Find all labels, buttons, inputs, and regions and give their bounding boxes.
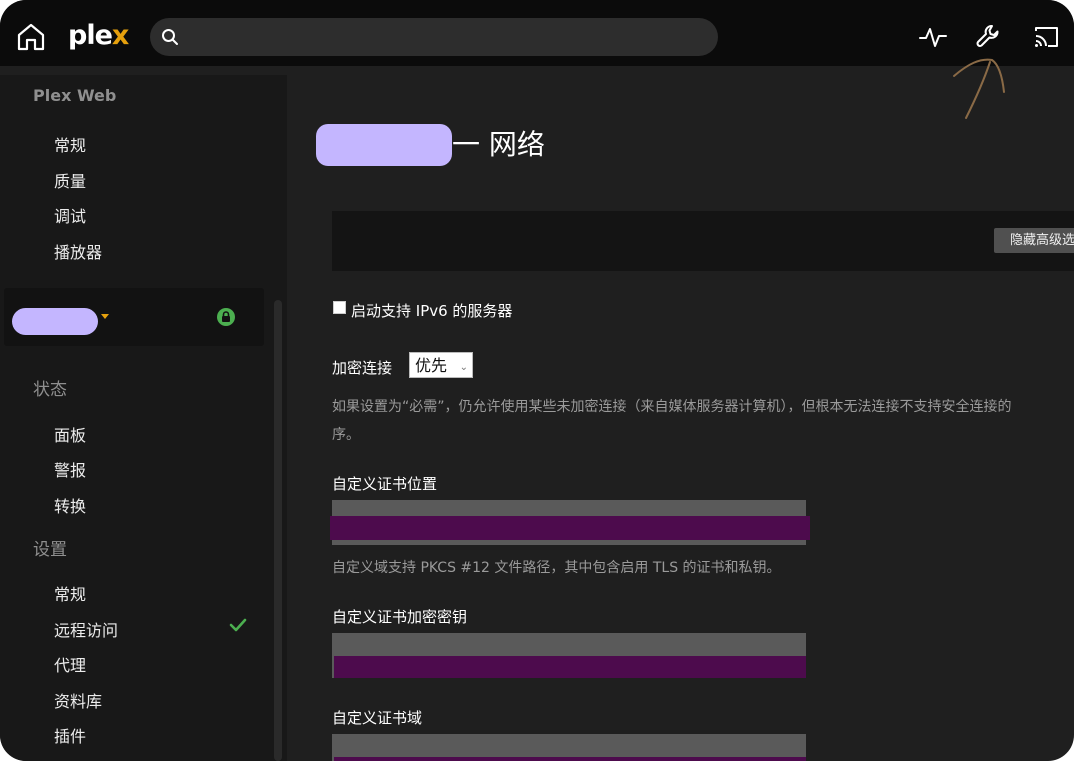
sidebar-item-settings-general[interactable]: 常规 <box>54 581 86 605</box>
ipv6-checkbox[interactable] <box>333 301 346 314</box>
home-icon[interactable] <box>14 20 48 54</box>
cert-location-label: 自定义证书位置 <box>332 475 438 493</box>
sidebar-item-player[interactable]: 播放器 <box>54 239 102 263</box>
page-title: 一 网络 <box>452 128 545 161</box>
sidebar-section-settings: 设置 <box>33 540 67 560</box>
cert-domain-label: 自定义证书域 <box>332 709 423 727</box>
chevron-down-icon: ⌄ <box>459 362 468 373</box>
sidebar-item-library[interactable]: 资料库 <box>54 688 102 712</box>
hide-advanced-button[interactable]: 隐藏高级选项 <box>994 228 1074 253</box>
server-selector[interactable] <box>4 288 264 346</box>
server-name-redacted <box>12 308 98 335</box>
sidebar-item-agents[interactable]: 代理 <box>54 652 86 676</box>
encryption-select[interactable]: 优先 ⌄ <box>409 352 473 378</box>
cert-key-label: 自定义证书加密密钥 <box>332 608 468 626</box>
check-icon <box>229 618 247 632</box>
app-window: plex Plex Web 常规 质量 调试 播放器 状态 面板 警报 转换 设… <box>0 0 1074 761</box>
search-input[interactable] <box>186 18 710 58</box>
chevron-down-icon <box>101 314 109 319</box>
search-bar[interactable] <box>150 18 718 58</box>
annotation-arrow <box>953 58 1005 119</box>
sidebar-item-alerts[interactable]: 警报 <box>54 457 86 481</box>
sidebar-item-quality[interactable]: 质量 <box>54 168 86 192</box>
cert-domain-redacted <box>334 757 806 761</box>
sidebar-item-remote-access[interactable]: 远程访问 <box>54 617 118 641</box>
sidebar-item-general[interactable]: 常规 <box>54 132 86 156</box>
sidebar-item-debug[interactable]: 调试 <box>54 203 86 227</box>
sidebar-app-title: Plex Web <box>33 86 117 105</box>
activity-icon[interactable] <box>918 22 948 52</box>
lock-icon <box>217 308 235 326</box>
cast-icon[interactable] <box>1031 22 1061 52</box>
top-bar: plex <box>0 0 1074 66</box>
sidebar-section-status: 状态 <box>33 380 67 400</box>
encryption-help-line2: 序。 <box>332 427 360 443</box>
cert-key-redacted <box>334 656 806 678</box>
encryption-label: 加密连接 <box>332 359 393 377</box>
advanced-toggle-bar <box>332 211 1074 271</box>
sidebar-scrollbar[interactable] <box>274 300 282 761</box>
cert-location-help: 自定义域支持 PKCS #12 文件路径，其中包含启用 TLS 的证书和私钥。 <box>332 560 781 576</box>
sidebar: Plex Web 常规 质量 调试 播放器 状态 面板 警报 转换 设置 常规 … <box>0 75 287 761</box>
server-name-redacted-title <box>316 124 452 166</box>
ipv6-label: 启动支持 IPv6 的服务器 <box>351 302 513 320</box>
search-icon <box>162 29 178 45</box>
cert-location-redacted <box>330 516 810 540</box>
encryption-select-value: 优先 <box>415 356 448 375</box>
plex-logo[interactable]: plex <box>68 19 129 53</box>
wrench-icon[interactable] <box>974 22 1004 52</box>
sidebar-item-plugins[interactable]: 插件 <box>54 723 86 747</box>
sidebar-item-transcode[interactable]: 转换 <box>54 493 86 517</box>
sidebar-item-dashboard[interactable]: 面板 <box>54 422 86 446</box>
encryption-help-line1: 如果设置为“必需”，仍允许使用某些未加密连接（来自媒体服务器计算机），但根本无法… <box>332 399 1012 415</box>
